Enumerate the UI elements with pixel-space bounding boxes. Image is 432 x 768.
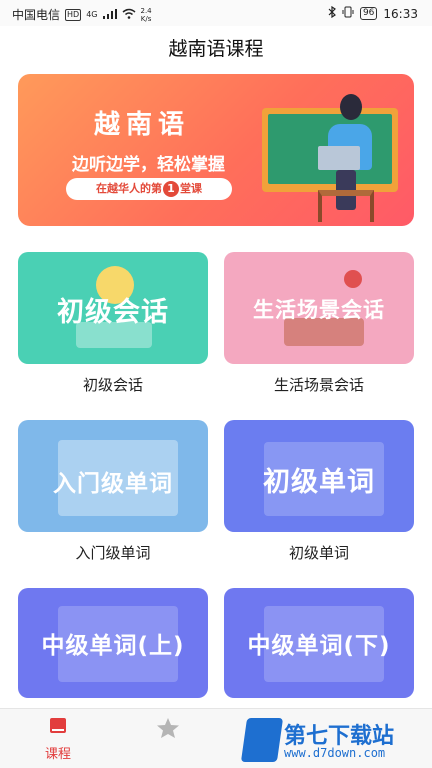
vibrate-icon [342, 6, 354, 21]
wifi-icon [122, 8, 136, 22]
laptop-illustration [318, 146, 360, 170]
course-card-intermediate-words-2[interactable]: 中级单词(下) [224, 588, 414, 698]
banner-title: 越南语 [94, 110, 191, 140]
hd-icon: HD [65, 8, 82, 21]
course-banner[interactable]: 越南语 边听边学，轻松掌握 在越华人的第 1 堂课 [18, 74, 414, 226]
app-header: 越南语课程 [0, 26, 432, 72]
tab-favorites[interactable] [138, 717, 198, 747]
network-type: 4G [86, 9, 98, 19]
net-speed: 2.4 K/s [140, 6, 152, 23]
carrier-name: 中国电信 [12, 8, 61, 22]
course-caption[interactable]: 初级会话 [18, 374, 208, 395]
bluetooth-icon [328, 5, 336, 21]
course-card-intermediate-words-1[interactable]: 中级单词(上) [18, 588, 208, 698]
course-card-beginner-words[interactable]: 入门级单词 [18, 420, 208, 532]
watermark: 第七下载站 www.d7down.com [240, 716, 428, 764]
course-image-text: 初级单词 [263, 467, 375, 498]
people-illustration [344, 270, 362, 288]
course-image-text: 中级单词(上) [41, 633, 185, 659]
status-bar: 中国电信 HD 4G 2.4 K/s 96 16:33 [0, 0, 432, 26]
course-image-text: 生活场景会话 [253, 298, 385, 322]
tab-course-label: 课程 [44, 747, 71, 762]
battery-icon: 96 [359, 7, 378, 20]
course-card-basic-words[interactable]: 初级单词 [224, 420, 414, 532]
book-icon [28, 717, 88, 739]
teacher-head [340, 94, 362, 120]
banner-subtitle: 边听边学，轻松掌握 [72, 155, 225, 175]
page-title: 越南语课程 [168, 38, 264, 60]
course-caption[interactable]: 初级单词 [224, 542, 414, 563]
tab-course[interactable]: 课程 [28, 717, 88, 762]
banner-pill-number: 1 [163, 181, 179, 197]
watermark-url: www.d7down.com [284, 746, 386, 760]
course-caption[interactable]: 生活场景会话 [224, 374, 414, 395]
course-image-text: 初级会话 [57, 297, 169, 328]
course-caption[interactable]: 入门级单词 [18, 542, 208, 563]
signal-icon [102, 8, 117, 22]
watermark-logo [240, 718, 284, 762]
clock: 16:33 [383, 6, 418, 21]
course-card-life-conversation[interactable]: 生活场景会话 [224, 252, 414, 364]
course-image-text: 中级单词(下) [247, 633, 391, 659]
star-icon [138, 717, 198, 743]
course-card-basic-conversation[interactable]: 初级会话 [18, 252, 208, 364]
banner-pill: 在越华人的第 1 堂课 [66, 178, 232, 200]
chair-illustration [318, 190, 374, 222]
course-image-text: 入门级单词 [53, 471, 173, 497]
